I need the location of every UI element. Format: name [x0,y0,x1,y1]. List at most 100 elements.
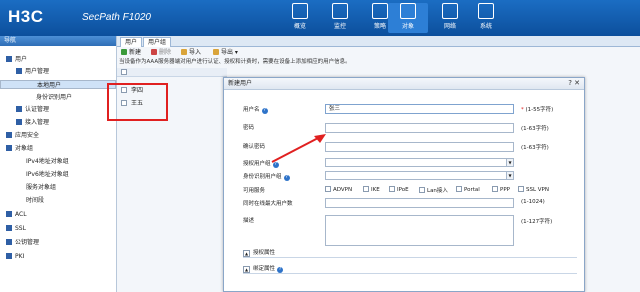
checkbox[interactable] [389,186,395,192]
sidebar-item-auth-management[interactable]: 认证管理 [16,105,49,115]
logo: H3C [8,7,44,26]
binding-attributes-section[interactable]: ▲ 绑定属性? [243,264,577,274]
service-lan[interactable]: Lan接入 [419,186,448,194]
description-hint: (1-127字符) [521,219,553,225]
system-icon [478,3,494,19]
sidebar-item-app-security[interactable]: 应用安全 [6,131,39,141]
help-icon[interactable]: ? [261,108,268,114]
password-hint: (1-63字符) [521,126,549,132]
auth-group-select[interactable]: ▼ [325,158,514,167]
folder-icon [6,239,12,245]
expand-icon: ▲ [243,250,250,257]
service-ipoe[interactable]: IPoE [389,186,409,193]
delete-button[interactable]: 删除 [151,47,171,58]
sidebar-item-pki-management[interactable]: 公钥管理 [6,238,39,248]
expand-icon: ▲ [243,266,250,273]
max-online-field[interactable] [325,198,514,208]
nav-system[interactable]: 系统 [466,3,506,33]
folder-icon [6,211,12,217]
chevron-down-icon: ▼ [506,172,513,179]
table-header [117,68,227,77]
select-all-checkbox[interactable] [121,69,127,75]
highlight-box [107,83,168,121]
sidebar: 导航 用户 用户管理 本地用户 身份识别用户 认证管理 接入管理 应用安全 对象… [0,36,117,292]
export-icon [213,49,219,55]
folder-icon [6,225,12,231]
help-icon[interactable]: ? [277,267,284,273]
tab-user-group[interactable]: 用户组 [143,37,172,47]
new-user-dialog: 新建用户 ? ✕ 用户名? 张三 * (1-55字符) 密码 (1-63字符) … [223,77,585,292]
export-button[interactable]: 导出 ▾ [213,47,238,58]
folder-icon [16,68,22,74]
sidebar-item-ipv4-group[interactable]: IPv4地址对象组 [26,157,69,167]
dialog-title: 新建用户 [224,78,584,90]
confirm-password-hint: (1-63字符) [521,145,549,151]
help-icon[interactable]: ? [283,175,290,181]
max-online-label: 同时在线最大用户数 [243,201,293,207]
policy-icon [372,3,388,19]
confirm-password-label: 确认密码 [243,144,266,150]
sidebar-item-pki[interactable]: PKI [6,252,24,262]
checkbox[interactable] [325,186,331,192]
folder-icon [6,132,12,138]
checkbox[interactable] [456,186,462,192]
monitor-icon [332,3,348,19]
nav-object[interactable]: 对象 [388,3,428,33]
plus-icon [121,49,127,55]
nav-network[interactable]: 网络 [430,3,470,33]
sidebar-item-service-group[interactable]: 服务对象组 [26,183,56,193]
service-ike[interactable]: IKE [363,186,380,193]
network-icon [442,3,458,19]
top-bar: H3C SecPath F1020 概览 监控 策略 对象 网络 系统 [0,0,640,36]
sidebar-item-identity-user[interactable]: 身份识别用户 [36,93,72,103]
identity-group-select[interactable]: ▼ [325,171,514,180]
sidebar-item-object-group[interactable]: 对象组 [6,144,33,154]
folder-icon [6,253,12,259]
sidebar-item-user[interactable]: 用户 [6,55,27,65]
dialog-controls[interactable]: ? ✕ [568,79,580,87]
username-field[interactable]: 张三 [325,104,514,114]
nav-monitor[interactable]: 监控 [320,3,360,33]
new-button[interactable]: 新建 [121,47,141,58]
toolbar: 新建 删除 导入 导出 ▾ [117,47,640,58]
tab-user[interactable]: 用户 [120,37,143,47]
sidebar-item-user-management[interactable]: 用户管理 [16,67,49,77]
folder-icon [6,56,12,62]
sidebar-item-local-user[interactable]: 本地用户 [0,80,116,89]
description-label: 描述 [243,218,255,224]
service-ppp[interactable]: PPP [492,186,510,193]
import-icon [181,49,187,55]
folder-icon [16,106,22,112]
sidebar-item-access-management[interactable]: 接入管理 [16,118,49,128]
sidebar-item-acl[interactable]: ACL [6,210,27,220]
services-label: 可用服务 [243,188,266,194]
sidebar-item-time-range[interactable]: 时间段 [26,196,44,206]
confirm-password-field[interactable] [325,142,514,152]
checkbox[interactable] [492,186,498,192]
checkbox[interactable] [363,186,369,192]
nav-dashboard[interactable]: 概览 [280,3,320,33]
chevron-down-icon: ▼ [506,159,513,166]
max-online-hint: (1-1024) [521,199,545,205]
password-field[interactable] [325,123,514,133]
password-label: 密码 [243,125,255,131]
import-button[interactable]: 导入 [181,47,201,58]
delete-icon [151,49,157,55]
notice-text: 当设备作为AAA服务器端对用户进行认证、授权和计费时，需要在设备上添加相应的用户… [119,59,351,65]
service-sslvpn[interactable]: SSL VPN [518,186,549,193]
sidebar-item-ssl[interactable]: SSL [6,224,26,234]
service-portal[interactable]: Portal [456,186,480,193]
sidebar-item-ipv6-group[interactable]: IPv6地址对象组 [26,170,69,180]
auth-attributes-section[interactable]: ▲ 授权属性 [243,248,577,258]
checkbox[interactable] [419,187,425,193]
product-name: SecPath F1020 [82,12,151,23]
dashboard-icon [292,3,308,19]
tab-bar: 用户 用户组 [117,36,640,47]
object-icon [400,3,416,19]
username-hint: * (1-55字符) [521,107,554,113]
description-textarea[interactable] [325,215,514,246]
username-label: 用户名? [243,107,268,114]
folder-icon [16,119,22,125]
service-advpn[interactable]: ADVPN [325,186,352,193]
checkbox[interactable] [518,186,524,192]
